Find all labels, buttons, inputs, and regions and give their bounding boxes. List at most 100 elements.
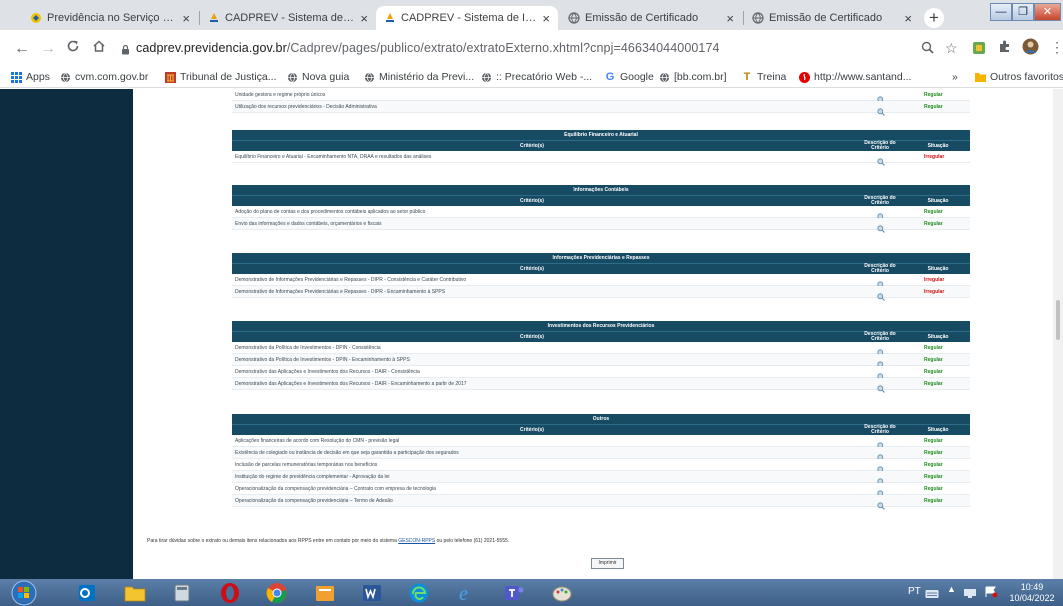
treina-icon: T <box>743 71 751 83</box>
forward-arrow-icon[interactable]: → <box>40 40 56 58</box>
magnifier-icon[interactable] <box>877 356 885 369</box>
network-icon[interactable] <box>963 586 977 604</box>
browser-tab[interactable]: Emissão de Certificado × <box>560 6 742 30</box>
maximize-button[interactable]: ❐ <box>1012 3 1034 21</box>
globe-icon <box>752 12 764 24</box>
col-criterio: Critério(s) <box>520 143 544 149</box>
taskbar-app-chrome-icon[interactable] <box>255 580 299 605</box>
start-button[interactable] <box>6 580 42 605</box>
bookmark-item[interactable]: [bb.com.br] <box>658 71 727 83</box>
browser-tab[interactable]: CADPREV - Sistema de Informaç × <box>200 6 376 30</box>
magnifier-icon[interactable] <box>877 344 885 357</box>
tray-expand-icon[interactable]: ▲ <box>947 584 956 594</box>
reload-icon[interactable] <box>66 39 80 58</box>
magnifier-icon[interactable] <box>877 288 885 301</box>
other-bookmarks[interactable]: Outros favoritos <box>974 71 1063 83</box>
bookmark-item[interactable]: http://www.santand... <box>798 71 911 83</box>
magnifier-icon[interactable] <box>877 220 885 233</box>
magnifier-icon[interactable] <box>877 485 885 498</box>
scrollbar-thumb[interactable] <box>1056 300 1060 340</box>
magnifier-icon[interactable] <box>877 103 885 116</box>
tab-close-icon[interactable]: × <box>904 11 912 26</box>
tab-close-icon[interactable]: × <box>726 11 734 26</box>
table-row: Operacionalização da compensação previde… <box>232 483 970 498</box>
taskbar-app-teams-icon[interactable] <box>492 580 536 605</box>
zoom-icon[interactable] <box>921 41 934 57</box>
taskbar-app-opera-icon[interactable] <box>208 580 252 605</box>
magnifier-icon[interactable] <box>877 208 885 221</box>
address-bar[interactable]: cadprev.previdencia.gov.br/Cadprev/pages… <box>136 41 720 55</box>
table-row: Operacionalização da compensação previde… <box>232 495 970 510</box>
system-clock[interactable]: 10:49 10/04/2022 <box>1006 582 1058 604</box>
cadprev-favicon-icon <box>208 12 220 24</box>
magnifier-icon[interactable] <box>877 497 885 510</box>
tab-close-icon[interactable]: × <box>182 11 190 26</box>
bookmark-item[interactable]: cvm.com.gov.br <box>59 71 148 83</box>
magnifier-icon[interactable] <box>877 153 885 166</box>
back-arrow-icon[interactable]: ← <box>14 40 30 58</box>
section-informacoes-contabeis: Informações Contábeis Critério(s) Descri… <box>232 185 970 233</box>
flag-notification-icon[interactable] <box>984 585 998 603</box>
bookmark-apps[interactable]: Apps <box>10 71 50 83</box>
globe-icon <box>59 71 71 83</box>
bookmark-item[interactable]: Nova guia <box>286 71 349 83</box>
taskbar-app-word-icon[interactable] <box>350 580 394 605</box>
browser-tab[interactable]: Previdência no Serviço Público - × <box>22 6 198 30</box>
taskbar-app-edge-icon[interactable] <box>397 580 441 605</box>
browser-menu-icon[interactable]: ⋮ <box>1050 39 1063 56</box>
browser-tab-active[interactable]: CADPREV - Sistema de Informaç × <box>376 6 558 30</box>
input-language[interactable]: PT <box>908 586 921 597</box>
home-icon[interactable] <box>92 39 106 58</box>
new-tab-button[interactable]: + <box>924 8 944 28</box>
bookmark-item[interactable]: Ministério da Previ... <box>363 71 474 83</box>
bookmark-item[interactable]: Tribunal de Justiça... <box>164 71 277 83</box>
bookmark-item[interactable]: T Treina <box>741 71 787 83</box>
bookmark-star-icon[interactable]: ☆ <box>945 40 958 57</box>
taskbar-app-files-icon[interactable] <box>303 580 347 605</box>
taskbar-app-ie-icon[interactable]: e <box>445 580 489 605</box>
taskbar-app-explorer-icon[interactable] <box>113 580 157 605</box>
minimize-button[interactable]: — <box>990 3 1012 21</box>
magnifier-icon[interactable] <box>877 368 885 381</box>
extension-icon[interactable] <box>972 41 986 58</box>
profile-avatar[interactable] <box>1022 38 1039 58</box>
taskbar-app-paint-icon[interactable] <box>540 580 584 605</box>
footnote-text: ou pelo telefone (61) 2021-5555. <box>436 538 510 544</box>
criterio-text: Adoção do plano de contas e dos procedim… <box>235 209 426 215</box>
browser-tab[interactable]: Emissão de Certificado × <box>744 6 920 30</box>
extensions-puzzle-icon[interactable] <box>997 39 1012 57</box>
bookmark-label: Ministério da Previ... <box>379 71 475 83</box>
magnifier-icon[interactable] <box>877 449 885 462</box>
keyboard-icon[interactable] <box>925 586 939 604</box>
table-row: Instituição do regime de previdência com… <box>232 471 970 486</box>
table-row: Adoção do plano de contas e dos procedim… <box>232 206 970 221</box>
taskbar-app-outlook-icon[interactable] <box>65 580 109 605</box>
magnifier-icon[interactable] <box>877 473 885 486</box>
table-header: Critério(s) Descrição do Critério Situaç… <box>232 424 970 435</box>
bookmark-item[interactable]: G Google <box>604 71 654 83</box>
magnifier-icon[interactable] <box>877 276 885 289</box>
criterio-text: Inclusão de parcelas remuneratórias temp… <box>235 462 378 468</box>
magnifier-icon[interactable] <box>877 437 885 450</box>
footnote-text: Para tirar dúvidas sobre o extrato ou de… <box>147 538 397 544</box>
section-outros: Outros Critério(s) Descrição do Critério… <box>232 414 970 510</box>
magnifier-icon[interactable] <box>877 461 885 474</box>
table-row: Aplicações financeiras de acordo com Res… <box>232 435 970 450</box>
close-window-button[interactable]: ✕ <box>1034 3 1061 21</box>
magnifier-icon[interactable] <box>877 91 885 104</box>
situacao-regular: Regular <box>924 462 943 468</box>
criterio-text: Demonstrativo de Informações Previdenciá… <box>235 277 467 283</box>
bookmarks-overflow-button[interactable]: » <box>952 71 958 83</box>
bookmark-label: Tribunal de Justiça... <box>180 71 277 83</box>
print-button[interactable]: Imprimir <box>591 558 624 569</box>
tab-close-icon[interactable]: × <box>542 11 550 26</box>
clock-time: 10:49 <box>1020 582 1044 592</box>
tab-close-icon[interactable]: × <box>360 11 368 26</box>
browser-tab-bar: Previdência no Serviço Público - × CADPR… <box>0 0 1063 30</box>
lock-icon[interactable] <box>121 42 130 60</box>
gescon-link[interactable]: GESCON-RPPS <box>398 538 435 544</box>
santander-icon <box>798 71 810 83</box>
bookmark-item[interactable]: :: Precatório Web -... <box>480 71 592 83</box>
magnifier-icon[interactable] <box>877 380 885 393</box>
taskbar-app-calculator-icon[interactable] <box>160 580 204 605</box>
